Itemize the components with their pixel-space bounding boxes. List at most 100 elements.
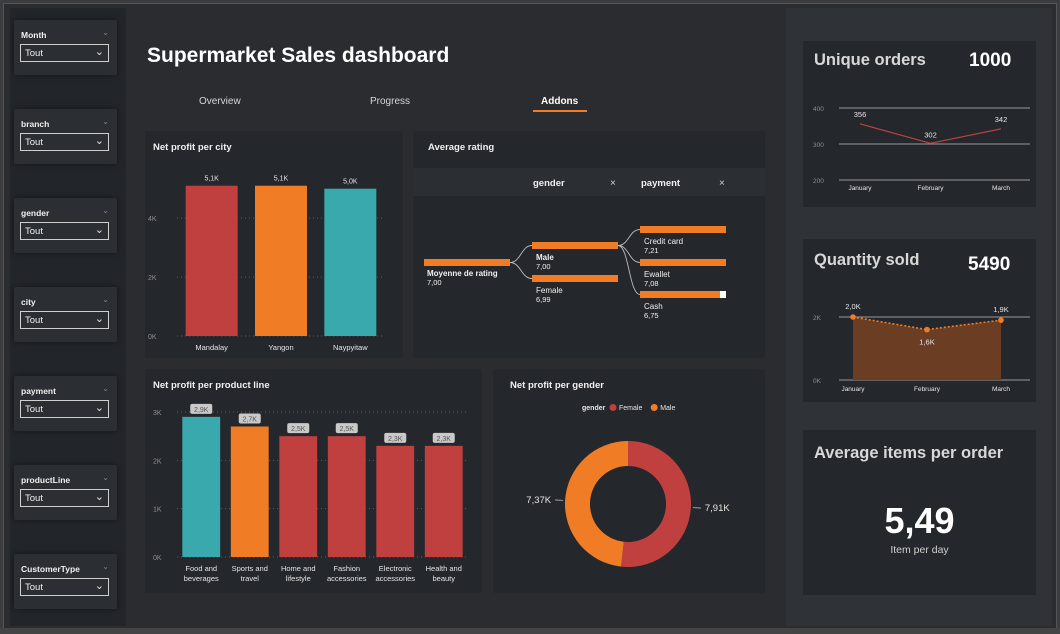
y-tick-label: 0K (813, 378, 822, 385)
slicer-branch: branch ⌄ Tout ⌄ (14, 109, 117, 164)
y-tick-label: 0K (148, 334, 157, 341)
payment-dropdown[interactable]: Tout ⌄ (20, 400, 109, 418)
quantity-sold-card: Quantity sold 5490 0K 2K 2,0K January 1,6K Fe… (803, 239, 1036, 402)
slicer-payment: payment ⌄ Tout ⌄ (14, 376, 117, 431)
chevron-down-icon: ⌄ (94, 224, 104, 236)
dropdown-value: Tout (25, 226, 43, 237)
city-profit-card: Net profit per city 0K 2K 4K 5,1K Mandalay 5,… (145, 131, 403, 358)
data-point (850, 314, 856, 320)
data-point (998, 317, 1004, 323)
dropdown-value: Tout (25, 404, 43, 415)
rating-decomp-card: Average rating gender × payment × Moyenne de… (413, 131, 765, 358)
legend-title: gender (582, 405, 606, 412)
dropdown-value: Tout (25, 315, 43, 326)
legend-label: Female (619, 405, 642, 412)
node-label: Female (536, 286, 563, 295)
legend-marker (609, 404, 617, 411)
data-label: 5,0K (343, 179, 358, 186)
gender-profit-chart: gender Female Male 7,91K 7,37K (526, 404, 730, 567)
data-label: 2,5K (340, 426, 355, 433)
chevron-down-icon[interactable]: ⌄ (102, 206, 109, 215)
bar (185, 185, 238, 336)
slicer-label: payment (21, 386, 56, 396)
branch-dropdown[interactable]: Tout ⌄ (20, 133, 109, 151)
slicer-city: city ⌄ Tout ⌄ (14, 287, 117, 342)
data-label: 2,0K (845, 302, 860, 311)
dropdown-value: Tout (25, 493, 43, 504)
tab-overview[interactable]: Overview (199, 96, 241, 107)
y-tick-label: 2K (153, 458, 162, 465)
bar (279, 436, 318, 557)
data-label: 2,5K (291, 426, 306, 433)
kpi-big-value: 5,49 (884, 500, 955, 541)
chevron-down-icon[interactable]: ⌄ (102, 295, 109, 304)
x-tick-label: Sports and (232, 564, 268, 573)
month-dropdown[interactable]: Tout ⌄ (20, 44, 109, 62)
data-point (924, 326, 930, 333)
chevron-down-icon: ⌄ (94, 313, 104, 325)
node-value: 6,99 (536, 295, 551, 304)
productline-dropdown[interactable]: Tout ⌄ (20, 489, 109, 507)
chevron-down-icon[interactable]: ⌄ (102, 117, 109, 126)
tab-addons[interactable]: Addons (541, 96, 578, 107)
horizontal-scrollbar[interactable] (0, 628, 1060, 634)
y-tick-label: 300 (813, 142, 824, 149)
node-label: Moyenne de rating (427, 269, 498, 278)
node-bar (424, 259, 510, 266)
area-fill (853, 317, 1001, 380)
gender-dropdown[interactable]: Tout ⌄ (20, 222, 109, 240)
node-bar (640, 291, 720, 298)
y-tick-label: 1K (153, 507, 162, 514)
rating-decomposition-tree: gender × payment ×Moyenne de rating7,00Male… (413, 168, 765, 320)
x-tick-label: Yangon (268, 343, 293, 352)
level-header-payment: payment (641, 178, 681, 189)
customertype-dropdown[interactable]: Tout ⌄ (20, 578, 109, 596)
node-label: Male (536, 253, 554, 262)
tree-connector (617, 245, 641, 263)
x-tick-label: accessories (375, 574, 415, 583)
chevron-down-icon: ⌄ (94, 491, 104, 503)
kpi-subtitle: Item per day (890, 544, 949, 556)
city-dropdown[interactable]: Tout ⌄ (20, 311, 109, 329)
data-label: 2,9K (194, 407, 209, 414)
node-value: 7,08 (644, 279, 659, 288)
x-tick-label: March (992, 386, 1010, 393)
chevron-down-icon[interactable]: ⌄ (102, 384, 109, 393)
slicer-label: CustomerType (21, 564, 80, 574)
data-label: 302 (924, 130, 937, 139)
slicer-productline: productLine ⌄ Tout ⌄ (14, 465, 117, 520)
quantity-area-chart: 0K 2K 2,0K January 1,6K February 1,9K March (813, 302, 1030, 393)
productline-profit-chart: 0K 1K 2K 3K 2,9K Food andbeverages 2,7K Sports … (153, 403, 468, 583)
slicer-label: gender (21, 208, 50, 218)
slicer-gender: gender ⌄ Tout ⌄ (14, 198, 117, 253)
avg-items-card: Average items per order 5,49 Item per da… (803, 430, 1036, 595)
chevron-down-icon[interactable]: ⌄ (102, 562, 109, 571)
bar (230, 426, 269, 557)
x-tick-label: February (914, 386, 941, 393)
node-label: Ewallet (644, 270, 671, 279)
kpi-title: Average items per order (814, 444, 1004, 462)
donut-slice (564, 441, 628, 567)
node-bar (640, 226, 726, 233)
bar (376, 445, 415, 557)
chevron-down-icon[interactable]: ⌄ (102, 473, 109, 482)
data-label: 1,9K (993, 305, 1008, 314)
chevron-down-icon: ⌄ (94, 580, 104, 592)
node-bar (640, 259, 726, 266)
x-tick-label: beauty (432, 574, 455, 583)
slicer-label: Month (21, 30, 47, 40)
x-tick-label: Mandalay (195, 343, 228, 352)
page-title: Supermarket Sales dashboard (147, 44, 450, 67)
tree-connector (509, 245, 533, 263)
tab-progress[interactable]: Progress (370, 96, 410, 107)
x-tick-label: February (917, 185, 944, 192)
slicer-month: Month ⌄ Tout ⌄ (14, 20, 117, 75)
slice-label: 7,91K (705, 503, 730, 514)
x-tick-label: accessories (327, 574, 367, 583)
slice-label: 7,37K (526, 495, 551, 506)
dropdown-value: Tout (25, 137, 43, 148)
chevron-down-icon[interactable]: ⌄ (102, 28, 109, 37)
close-icon: × (610, 178, 616, 189)
node-value: 7,21 (644, 246, 659, 255)
x-tick-label: Fashion (333, 564, 360, 573)
